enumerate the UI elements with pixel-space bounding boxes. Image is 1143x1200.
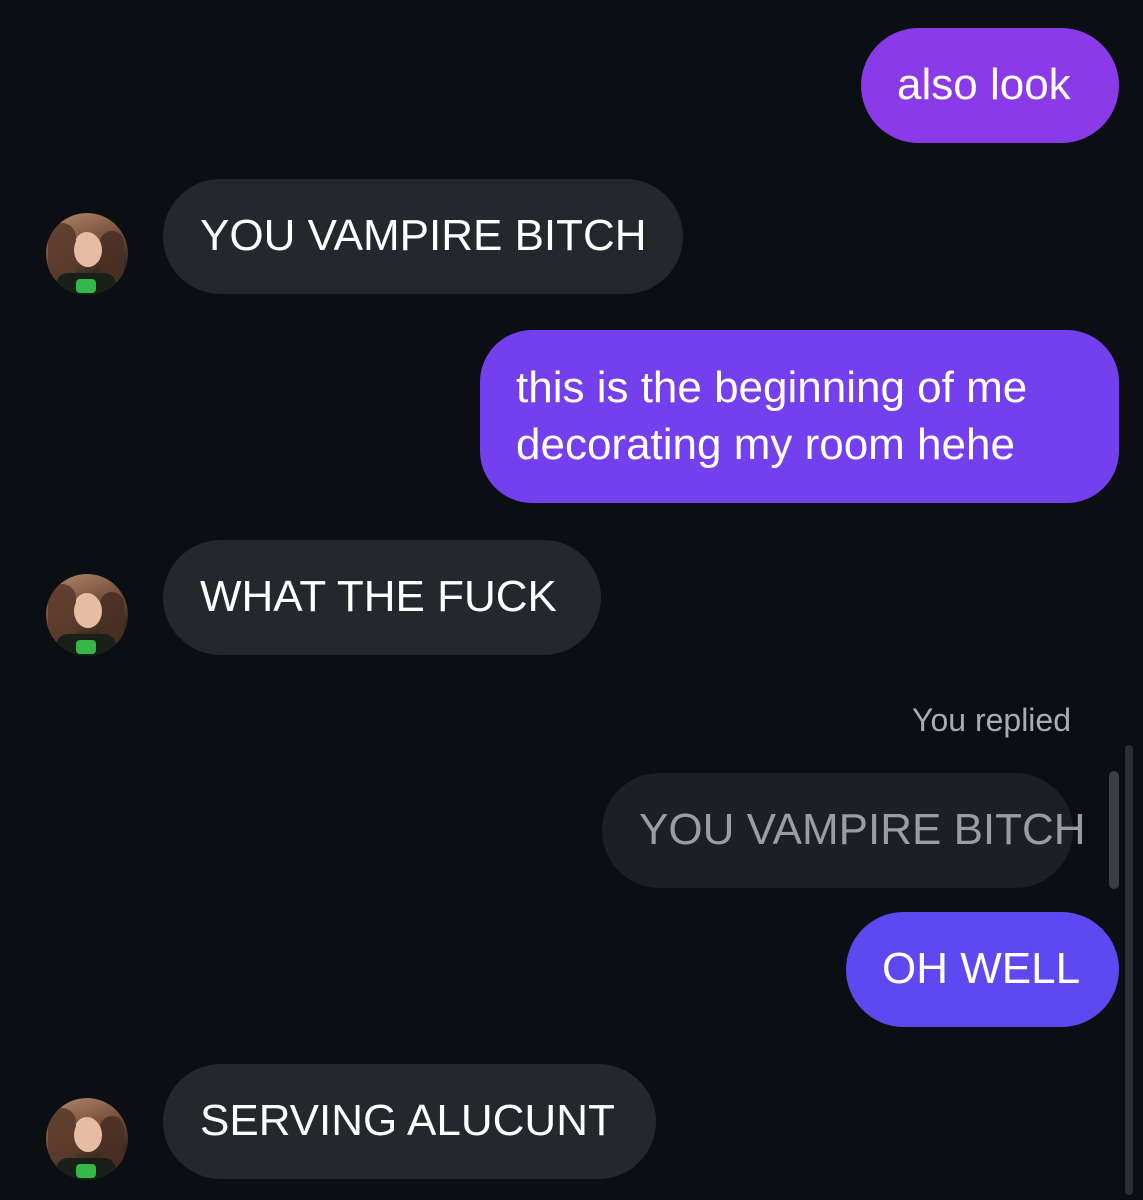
contact-avatar[interactable] — [46, 574, 128, 656]
contact-avatar[interactable] — [46, 1098, 128, 1180]
contact-avatar[interactable] — [46, 213, 128, 295]
sent-message-bubble[interactable]: also look — [861, 28, 1119, 143]
received-message-bubble[interactable]: YOU VAMPIRE BITCH — [163, 179, 683, 294]
avatar-shirt-print — [76, 1164, 96, 1178]
message-thread[interactable]: also look YOU VAMPIRE BITCH this is the … — [0, 0, 1143, 1200]
avatar-shirt-print — [76, 279, 96, 293]
reply-label: You replied — [912, 702, 1071, 738]
scrollbar[interactable] — [1125, 745, 1133, 1195]
quoted-message-bubble[interactable]: YOU VAMPIRE BITCH — [602, 773, 1086, 888]
avatar-face — [74, 1118, 102, 1152]
reply-quote-bar — [1109, 771, 1119, 889]
avatar-shirt-print — [76, 640, 96, 654]
sent-message-bubble[interactable]: OH WELL — [846, 912, 1119, 1027]
sent-message-bubble[interactable]: this is the beginning of me decorating m… — [480, 330, 1119, 503]
avatar-face — [74, 594, 102, 628]
avatar-face — [74, 233, 102, 267]
received-message-bubble[interactable]: WHAT THE FUCK — [163, 540, 601, 655]
received-message-bubble[interactable]: SERVING ALUCUNT — [163, 1064, 656, 1179]
